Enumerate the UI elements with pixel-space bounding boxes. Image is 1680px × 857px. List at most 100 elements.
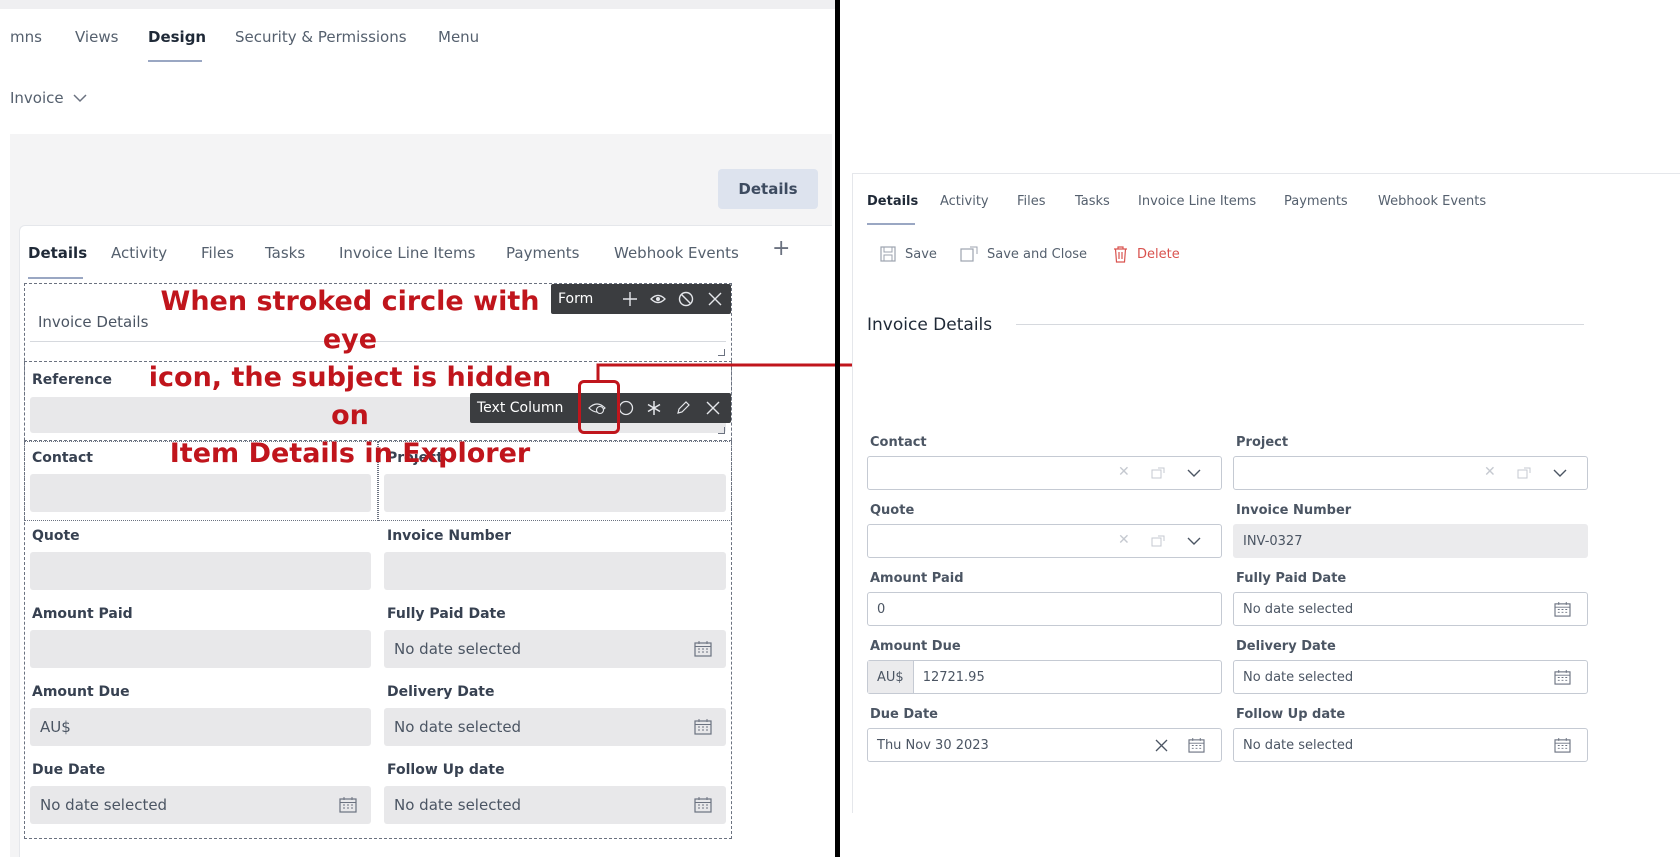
amount-paid-label: Amount Paid <box>870 571 964 586</box>
form-tab-details[interactable]: Details <box>28 244 87 262</box>
amount-paid-input[interactable] <box>30 630 371 668</box>
amount-due-label: Amount Due <box>32 684 130 700</box>
form-tab-webhook-events[interactable]: Webhook Events <box>614 244 739 262</box>
project-input[interactable] <box>384 474 726 512</box>
project-select[interactable]: ✕ <box>1233 456 1588 490</box>
top-strip <box>0 0 835 9</box>
delete-button[interactable]: Delete <box>1113 246 1180 263</box>
entity-selector[interactable]: Invoice <box>10 89 88 107</box>
pencil-icon[interactable] <box>670 393 696 423</box>
amount-paid-value: 0 <box>877 601 886 617</box>
delivery-date-value: No date selected <box>1243 669 1354 685</box>
calendar-icon[interactable] <box>1188 738 1205 753</box>
resize-handle[interactable] <box>718 427 725 434</box>
close-icon[interactable] <box>700 393 726 423</box>
section-title: Invoice Details <box>38 313 149 331</box>
delivery-date-label: Delivery Date <box>1236 639 1336 654</box>
fully-paid-date-input[interactable]: No date selected <box>384 630 726 668</box>
amount-due-label: Amount Due <box>870 639 961 654</box>
calendar-icon[interactable] <box>1554 602 1571 617</box>
chevron-down-icon[interactable] <box>1187 469 1201 478</box>
chevron-down-icon[interactable] <box>1187 537 1201 546</box>
amount-due-input[interactable]: AU$ 12721.95 <box>867 660 1222 694</box>
delivery-date-value: No date selected <box>394 718 522 736</box>
detail-tab-activity[interactable]: Activity <box>940 194 989 209</box>
contact-select[interactable]: ✕ <box>867 456 1222 490</box>
trash-icon <box>1114 246 1127 263</box>
delivery-date-input[interactable]: No date selected <box>1233 660 1588 694</box>
entity-selector-label: Invoice <box>10 89 64 107</box>
detail-tab-tasks[interactable]: Tasks <box>1075 194 1110 209</box>
contact-input[interactable] <box>30 474 371 512</box>
plus-icon[interactable] <box>617 284 643 314</box>
save-icon <box>880 246 896 262</box>
detail-tab-files[interactable]: Files <box>1017 194 1046 209</box>
contact-label: Contact <box>870 435 927 450</box>
active-tab-indicator <box>148 60 202 62</box>
quote-input[interactable] <box>30 552 371 590</box>
due-date-input[interactable]: No date selected <box>30 786 371 824</box>
follow-up-date-input[interactable]: No date selected <box>1233 728 1588 762</box>
calendar-icon[interactable] <box>694 641 712 657</box>
calendar-icon[interactable] <box>694 719 712 735</box>
open-link-icon[interactable] <box>1151 535 1165 547</box>
detail-tab-details[interactable]: Details <box>867 194 918 209</box>
detail-tab-payments[interactable]: Payments <box>1284 194 1348 209</box>
follow-up-date-value: No date selected <box>1243 737 1354 753</box>
invoice-number-field: INV-0327 <box>1233 524 1588 558</box>
detail-tab-indicator <box>867 223 915 225</box>
tab-security-permissions[interactable]: Security & Permissions <box>235 28 407 46</box>
fully-paid-date-label: Fully Paid Date <box>387 606 506 622</box>
clear-icon[interactable] <box>1155 739 1168 752</box>
invoice-number-input[interactable] <box>384 552 726 590</box>
chevron-down-icon[interactable] <box>1553 469 1567 478</box>
tab-menu[interactable]: Menu <box>438 28 479 46</box>
delivery-date-input[interactable]: No date selected <box>384 708 726 746</box>
clear-icon[interactable]: ✕ <box>1118 464 1130 480</box>
form-tab-tasks[interactable]: Tasks <box>265 244 305 262</box>
form-tab-activity[interactable]: Activity <box>111 244 167 262</box>
open-link-icon[interactable] <box>1517 467 1531 479</box>
quote-select[interactable]: ✕ <box>867 524 1222 558</box>
follow-up-date-input[interactable]: No date selected <box>384 786 726 824</box>
calendar-icon[interactable] <box>694 797 712 813</box>
form-tab-invoice-line-items[interactable]: Invoice Line Items <box>339 244 475 262</box>
due-date-value: No date selected <box>40 796 168 814</box>
annotation-line: Item Details in Explorer <box>169 438 531 469</box>
details-button[interactable]: Details <box>718 169 818 209</box>
clear-icon[interactable]: ✕ <box>1484 464 1496 480</box>
calendar-icon[interactable] <box>1554 670 1571 685</box>
amount-due-currency: AU$ <box>40 718 71 736</box>
amount-paid-label: Amount Paid <box>32 606 133 622</box>
save-and-close-label: Save and Close <box>987 246 1088 262</box>
disabled-icon[interactable] <box>673 284 699 314</box>
tab-views[interactable]: Views <box>75 28 118 46</box>
calendar-icon[interactable] <box>1554 738 1571 753</box>
contact-label: Contact <box>32 450 93 466</box>
detail-tab-invoice-line-items[interactable]: Invoice Line Items <box>1138 194 1256 209</box>
tab-design[interactable]: Design <box>148 28 206 46</box>
due-date-input[interactable]: Thu Nov 30 2023 <box>867 728 1222 762</box>
close-icon[interactable] <box>702 284 728 314</box>
fully-paid-date-input[interactable]: No date selected <box>1233 592 1588 626</box>
save-and-close-button[interactable]: Save and Close <box>960 246 1087 262</box>
form-tab-payments[interactable]: Payments <box>506 244 579 262</box>
amount-paid-input[interactable]: 0 <box>867 592 1222 626</box>
save-button[interactable]: Save <box>880 246 937 262</box>
amount-due-input[interactable]: AU$ <box>30 708 371 746</box>
add-tab-icon[interactable]: + <box>772 236 790 261</box>
detail-tab-webhook-events[interactable]: Webhook Events <box>1378 194 1486 209</box>
project-label: Project <box>1236 435 1289 450</box>
quote-label: Quote <box>870 503 915 518</box>
form-tab-files[interactable]: Files <box>201 244 234 262</box>
clear-icon[interactable]: ✕ <box>1118 532 1130 548</box>
eye-icon[interactable] <box>645 284 671 314</box>
calendar-icon[interactable] <box>339 797 357 813</box>
annotation-line: When stroked circle with eye <box>160 286 540 355</box>
follow-up-date-value: No date selected <box>394 796 522 814</box>
tab-columns[interactable]: mns <box>10 28 42 46</box>
section-divider <box>1016 324 1584 325</box>
delete-label: Delete <box>1137 247 1180 262</box>
asterisk-icon[interactable] <box>641 393 667 423</box>
open-link-icon[interactable] <box>1151 467 1165 479</box>
